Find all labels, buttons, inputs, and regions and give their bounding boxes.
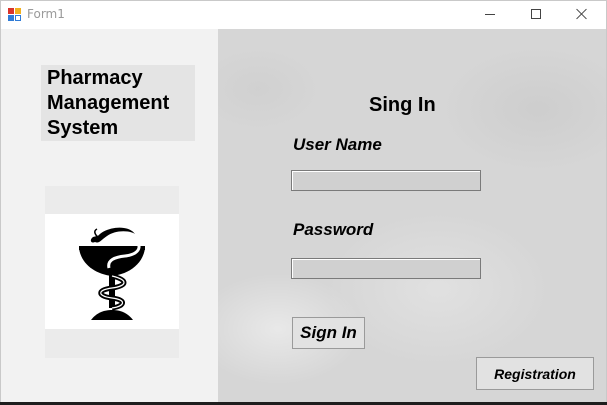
logo-image [45,214,179,329]
signin-button[interactable]: Sign In [292,317,365,349]
username-input[interactable] [291,170,481,191]
minimize-button[interactable] [467,1,513,29]
close-button[interactable] [559,1,605,29]
maximize-button[interactable] [513,1,559,29]
app-title-label: Pharmacy Management System [41,65,195,141]
form-app-icon [8,8,21,21]
password-label: Password [293,220,374,239]
title-bar[interactable]: Form1 [1,1,606,29]
login-panel [218,29,606,403]
login-window: Form1 Pharmacy Management System Sing In… [0,0,607,405]
bowl-of-hygieia-icon [79,227,145,320]
window-title: Form1 [27,7,65,21]
username-label: User Name [293,135,382,154]
sidebar-panel: Pharmacy Management System [1,29,218,403]
logo-picturebox [45,186,179,358]
signin-heading: Sing In [369,94,436,116]
app-title-text: Pharmacy Management System [47,67,170,139]
registration-button[interactable]: Registration [476,357,594,390]
maximize-icon [531,9,541,19]
minimize-icon [485,14,495,15]
password-input[interactable] [291,258,481,279]
close-icon [576,8,588,20]
